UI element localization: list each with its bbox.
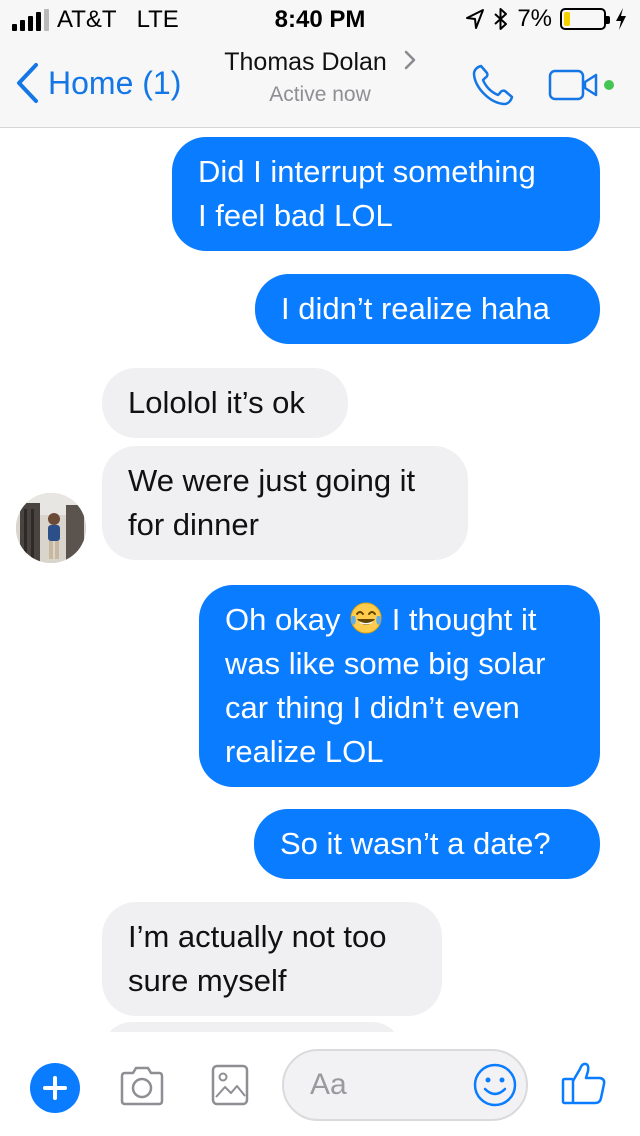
message-text: I’m actually not too	[128, 919, 387, 954]
message-text: sure myself	[128, 963, 287, 998]
message-text: Did I interrupt something	[198, 154, 536, 189]
video-call-button[interactable]	[548, 68, 600, 107]
like-button[interactable]	[560, 1059, 608, 1112]
message-bubble-outgoing[interactable]: Oh okay I thought it was like some big s…	[199, 585, 600, 787]
message-thread[interactable]: Did I interrupt something I feel bad LOL…	[0, 129, 640, 1032]
message-bubble-incoming[interactable]: Lololol it’s ok	[102, 368, 348, 438]
message-text: I feel bad LOL	[198, 198, 393, 233]
message-text: So it wasn’t a date?	[280, 826, 551, 861]
bluetooth-icon	[494, 8, 508, 30]
message-text: realize LOL	[225, 734, 384, 769]
battery-icon	[560, 8, 610, 30]
thumbs-up-icon	[561, 1062, 606, 1105]
battery-level	[564, 12, 570, 26]
camera-icon	[120, 1066, 164, 1106]
message-text: I thought it	[391, 602, 537, 637]
video-camera-icon	[548, 69, 598, 101]
message-bubble-incoming[interactable]: We were just going it for dinner	[102, 446, 468, 560]
contact-avatar[interactable]	[16, 493, 86, 563]
contact-status: Active now	[269, 83, 371, 106]
message-input[interactable]	[310, 1061, 460, 1109]
message-text: We were just going it	[128, 463, 416, 498]
message-text: was like some big solar	[225, 646, 546, 681]
message-bubble-outgoing[interactable]: So it wasn’t a date?	[254, 809, 600, 879]
phone-icon	[472, 64, 514, 106]
message-text: for dinner	[128, 507, 259, 542]
chevron-right-icon	[404, 50, 416, 70]
emoji-button[interactable]	[472, 1062, 518, 1113]
conversation-header: Home (1) Thomas Dolan Active now	[0, 40, 640, 128]
call-button[interactable]	[470, 62, 518, 113]
message-text: car thing I didn’t even	[225, 690, 520, 725]
message-bubble-outgoing[interactable]: Did I interrupt something I feel bad LOL	[172, 137, 600, 251]
message-bubble-incoming-partial[interactable]	[102, 1022, 402, 1032]
plus-icon[interactable]	[30, 1063, 80, 1113]
status-right: 7%	[465, 5, 628, 33]
battery-percent: 7%	[517, 5, 552, 32]
image-icon	[211, 1064, 249, 1106]
message-bubble-outgoing[interactable]: I didn’t realize haha	[255, 274, 600, 344]
contact-info[interactable]: Thomas Dolan Active now	[0, 48, 640, 107]
message-text: Oh okay	[225, 602, 341, 637]
status-bar: AT&T LTE 8:40 PM 7%	[0, 0, 640, 40]
smiley-icon	[473, 1063, 517, 1107]
message-bubble-incoming[interactable]: I’m actually not too sure myself	[102, 902, 442, 1016]
camera-button[interactable]	[118, 1064, 166, 1113]
location-arrow-icon	[466, 9, 485, 29]
composer-bar	[0, 1032, 640, 1136]
message-input-wrapper[interactable]	[282, 1049, 528, 1121]
tears-of-joy-emoji	[350, 602, 382, 634]
online-indicator	[604, 80, 614, 90]
charging-bolt-icon	[616, 8, 626, 30]
message-text: Lololol it’s ok	[128, 385, 305, 420]
gallery-button[interactable]	[210, 1063, 250, 1112]
message-text: I didn’t realize haha	[281, 291, 550, 326]
contact-name: Thomas Dolan	[224, 48, 387, 76]
